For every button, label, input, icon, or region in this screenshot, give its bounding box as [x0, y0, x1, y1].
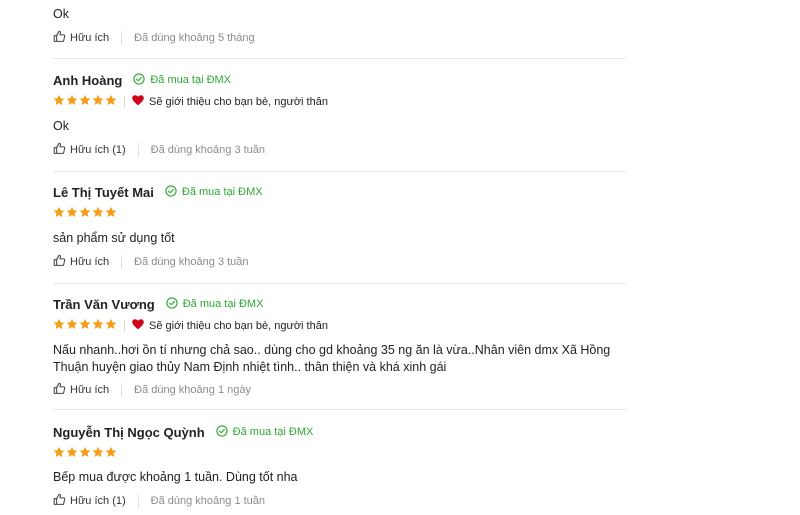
review-footer: Hữu ích Đã dùng khoảng 3 tuần	[53, 254, 249, 270]
usage-time: Đã dùng khoảng 5 tháng	[134, 32, 255, 44]
review-footer: Hữu ích Đã dùng khoảng 1 ngày	[53, 382, 251, 398]
star-icon	[53, 205, 66, 223]
star-icon	[79, 317, 92, 335]
review-item: Nguyễn Thị Ngọc Quỳnh Đã mua tại ĐMX Bếp…	[53, 422, 626, 515]
thumbs-up-icon	[53, 254, 70, 270]
verified-badge: Đã mua tại ĐMX	[133, 72, 232, 88]
review-item: Lê Thị Tuyết Mai Đã mua tại ĐMX sản phẩm…	[53, 182, 626, 284]
verified-badge: Đã mua tại ĐMX	[166, 296, 264, 312]
helpful-label: Hữu ích	[70, 384, 110, 396]
verified-label: Đã mua tại ĐMX	[150, 74, 232, 86]
review-item: Anh Hoàng Đã mua tại ĐMX Sẽ giới thiệu c…	[53, 70, 626, 172]
review-footer: Hữu ích (1) Đã dùng khoảng 3 tuần	[53, 142, 265, 158]
star-icon	[105, 445, 118, 463]
check-circle-icon	[216, 424, 233, 440]
rating-row	[53, 446, 118, 462]
star-icon	[53, 317, 66, 335]
divider	[137, 494, 139, 508]
helpful-label: Hữu ích (1)	[70, 144, 126, 156]
helpful-label: Hữu ích	[70, 32, 110, 44]
thumbs-up-icon	[53, 30, 70, 46]
review-item: Ok Hữu ích Đã dùng khoảng 5 tháng	[53, 0, 626, 59]
divider	[121, 383, 123, 397]
check-circle-icon	[133, 72, 150, 88]
review-footer: Hữu ích (1) Đã dùng khoảng 1 tuần	[53, 493, 265, 509]
star-icon	[66, 445, 79, 463]
star-icon	[79, 445, 92, 463]
star-icon	[53, 445, 66, 463]
verified-badge: Đã mua tại ĐMX	[165, 184, 263, 200]
recommend-label: Sẽ giới thiệu cho bạn bè, người thân	[149, 96, 328, 108]
review-footer: Hữu ích Đã dùng khoảng 5 tháng	[53, 30, 255, 46]
review-list: Ok Hữu ích Đã dùng khoảng 5 tháng Anh Ho…	[0, 0, 800, 515]
thumbs-up-icon	[53, 493, 70, 509]
helpful-label: Hữu ích	[70, 256, 110, 268]
helpful-button[interactable]: Hữu ích	[53, 30, 109, 46]
divider	[121, 31, 123, 45]
usage-time: Đã dùng khoảng 1 tuần	[150, 495, 266, 507]
divider	[124, 320, 125, 332]
divider	[124, 96, 125, 108]
check-circle-icon	[165, 184, 182, 200]
star-rating	[53, 317, 118, 335]
usage-time: Đã dùng khoảng 3 tuần	[150, 144, 266, 156]
recommend-badge: Sẽ giới thiệu cho bạn bè, người thân	[132, 319, 328, 333]
review-comment: Ok	[53, 7, 69, 21]
star-icon	[92, 317, 105, 335]
star-icon	[53, 93, 66, 111]
helpful-button[interactable]: Hữu ích (1)	[53, 142, 126, 158]
star-icon	[66, 317, 79, 335]
star-icon	[66, 93, 79, 111]
usage-time: Đã dùng khoảng 3 tuần	[134, 256, 249, 268]
star-rating	[53, 93, 118, 111]
divider	[137, 143, 139, 157]
helpful-button[interactable]: Hữu ích	[53, 382, 109, 398]
review-header: Nguyễn Thị Ngọc Quỳnh Đã mua tại ĐMX	[53, 422, 313, 442]
helpful-label: Hữu ích (1)	[70, 495, 126, 507]
star-icon	[105, 317, 118, 335]
verified-label: Đã mua tại ĐMX	[182, 298, 264, 310]
verified-badge: Đã mua tại ĐMX	[216, 424, 314, 440]
reviewer-name: Trần Văn Vương	[53, 296, 155, 312]
star-icon	[79, 205, 92, 223]
review-comment: sản phẩm sử dụng tốt	[53, 231, 175, 245]
star-rating	[53, 205, 118, 223]
divider	[121, 255, 123, 269]
star-icon	[92, 205, 105, 223]
thumbs-up-icon	[53, 382, 70, 398]
star-icon	[66, 205, 79, 223]
recommend-label: Sẽ giới thiệu cho bạn bè, người thân	[149, 320, 328, 332]
review-item: Trần Văn Vương Đã mua tại ĐMX Sẽ giới th…	[53, 294, 626, 410]
verified-label: Đã mua tại ĐMX	[232, 426, 314, 438]
helpful-button[interactable]: Hữu ích	[53, 254, 109, 270]
thumbs-up-icon	[53, 142, 70, 158]
heart-icon	[132, 319, 149, 333]
usage-time: Đã dùng khoảng 1 ngày	[134, 384, 251, 396]
rating-row: Sẽ giới thiệu cho bạn bè, người thân	[53, 318, 328, 334]
review-comment: Nấu nhanh..hơi ồn tí nhưng chả sao.. dùn…	[53, 343, 611, 374]
review-comment: Bếp mua được khoảng 1 tuần. Dùng tốt nha	[53, 470, 298, 484]
helpful-button[interactable]: Hữu ích (1)	[53, 493, 126, 509]
star-icon	[92, 445, 105, 463]
rating-row	[53, 206, 118, 222]
recommend-badge: Sẽ giới thiệu cho bạn bè, người thân	[132, 95, 328, 109]
reviewer-name: Nguyễn Thị Ngọc Quỳnh	[53, 424, 205, 440]
reviewer-name: Lê Thị Tuyết Mai	[53, 184, 154, 200]
star-icon	[79, 93, 92, 111]
verified-label: Đã mua tại ĐMX	[181, 186, 263, 198]
review-comment: Ok	[53, 119, 69, 133]
star-icon	[92, 93, 105, 111]
review-header: Anh Hoàng Đã mua tại ĐMX	[53, 70, 231, 90]
reviewer-name: Anh Hoàng	[53, 72, 123, 88]
rating-row: Sẽ giới thiệu cho bạn bè, người thân	[53, 94, 328, 110]
review-header: Trần Văn Vương Đã mua tại ĐMX	[53, 294, 263, 314]
star-icon	[105, 93, 118, 111]
star-rating	[53, 445, 118, 463]
check-circle-icon	[166, 296, 183, 312]
review-header: Lê Thị Tuyết Mai Đã mua tại ĐMX	[53, 182, 263, 202]
star-icon	[105, 205, 118, 223]
heart-icon	[132, 95, 149, 109]
